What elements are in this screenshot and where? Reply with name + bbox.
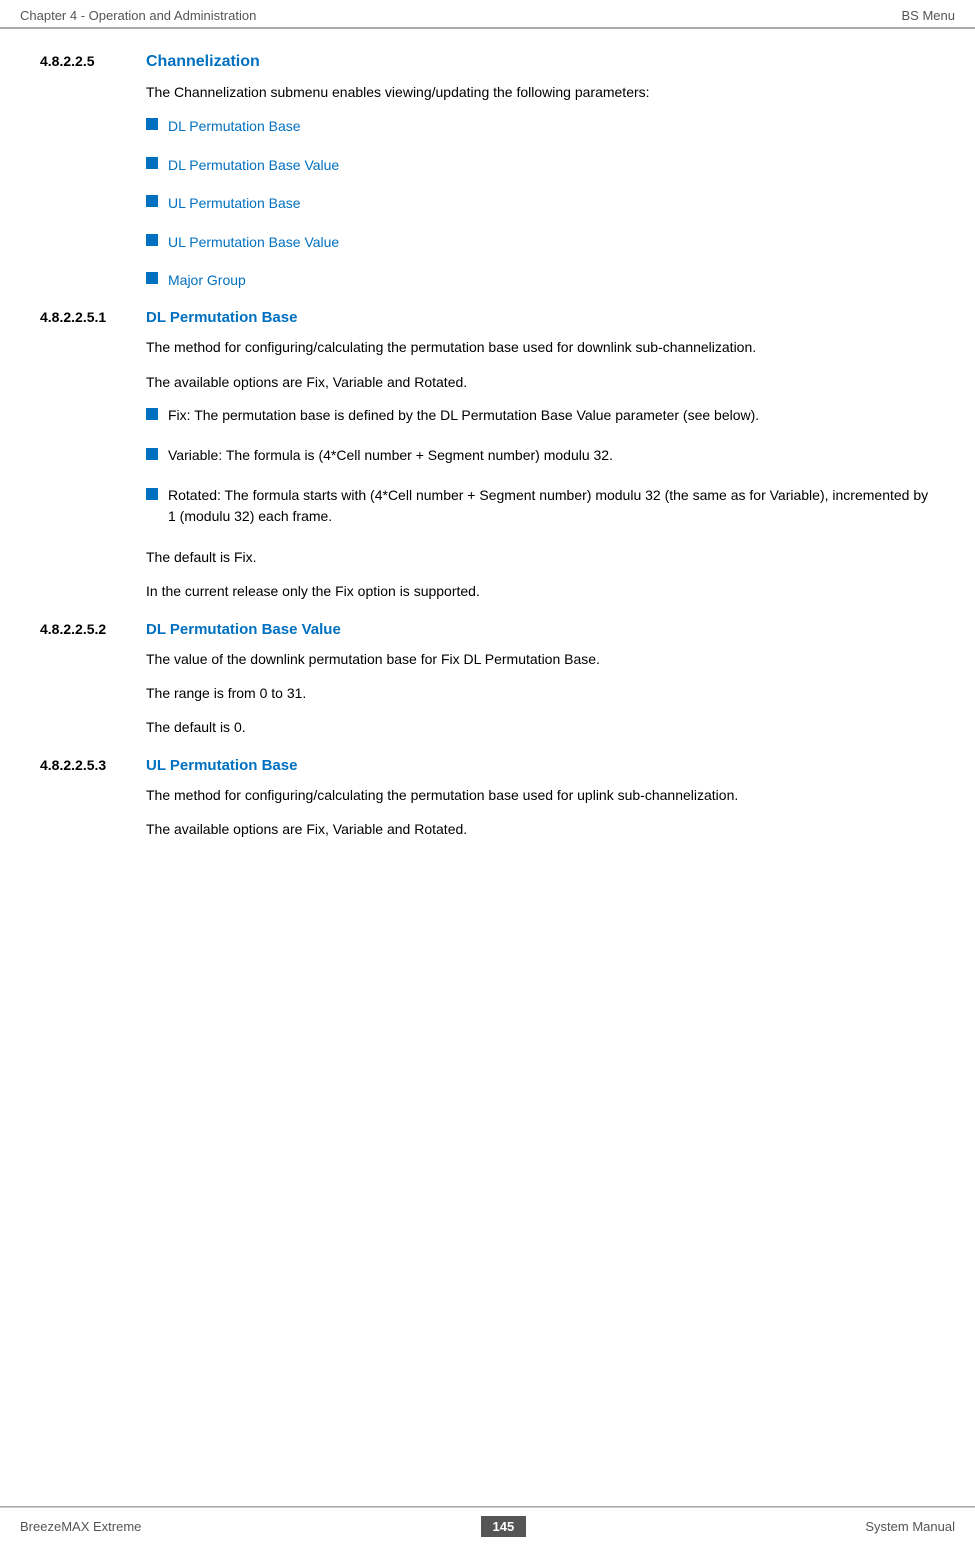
para-4-0: The method for configuring/calculating t… — [146, 784, 935, 806]
para-3-1: The range is from 0 to 31. — [146, 682, 935, 704]
section-number-4: 4.8.2.2.5.3 — [40, 757, 130, 773]
para-4-1: The available options are Fix, Variable … — [146, 818, 935, 840]
sub-bullet-icon — [146, 408, 158, 420]
bullet-text: UL Permutation Base Value — [168, 231, 339, 253]
footer-left: BreezeMAX Extreme — [20, 1519, 141, 1534]
section-body-1: The Channelization submenu enables viewi… — [146, 81, 935, 291]
section-body-4: The method for configuring/calculating t… — [146, 784, 935, 841]
bullet-icon — [146, 272, 158, 284]
section-title-3: DL Permutation Base Value — [146, 621, 341, 638]
header-right: BS Menu — [902, 8, 955, 23]
section-4-8-2-2-5-heading: 4.8.2.2.5 Channelization — [40, 53, 935, 71]
sub-bullet-icon — [146, 488, 158, 500]
sub-bullet-text: Rotated: The formula starts with (4*Cell… — [168, 485, 935, 528]
para-3-2: The default is 0. — [146, 716, 935, 738]
section-title-4: UL Permutation Base — [146, 757, 297, 774]
bullet-list-1: DL Permutation Base DL Permutation Base … — [146, 115, 935, 291]
list-item: UL Permutation Base — [146, 192, 935, 214]
header-left: Chapter 4 - Operation and Administration — [20, 8, 256, 23]
sub-bullet-text: Fix: The permutation base is defined by … — [168, 405, 759, 427]
list-item: DL Permutation Base Value — [146, 154, 935, 176]
bullet-icon — [146, 195, 158, 207]
bullet-icon — [146, 118, 158, 130]
para-2-0: The method for configuring/calculating t… — [146, 336, 935, 358]
page-number: 145 — [481, 1516, 527, 1537]
section-body-3: The value of the downlink permutation ba… — [146, 648, 935, 739]
list-item: Fix: The permutation base is defined by … — [146, 405, 935, 427]
bullet-text: DL Permutation Base — [168, 115, 301, 137]
list-item: Major Group — [146, 269, 935, 291]
list-item: Rotated: The formula starts with (4*Cell… — [146, 485, 935, 528]
section-4-8-2-2-5-2-heading: 4.8.2.2.5.2 DL Permutation Base Value — [40, 621, 935, 638]
sub-bullet-text: Variable: The formula is (4*Cell number … — [168, 445, 613, 467]
section-intro-1: The Channelization submenu enables viewi… — [146, 81, 935, 103]
list-item: UL Permutation Base Value — [146, 231, 935, 253]
section-number-2: 4.8.2.2.5.1 — [40, 309, 130, 325]
list-item: Variable: The formula is (4*Cell number … — [146, 445, 935, 467]
bullet-text: DL Permutation Base Value — [168, 154, 339, 176]
footer: BreezeMAX Extreme 145 System Manual — [0, 1507, 975, 1545]
bullet-icon — [146, 234, 158, 246]
section-number-3: 4.8.2.2.5.2 — [40, 621, 130, 637]
section-title-2: DL Permutation Base — [146, 309, 297, 326]
footer-right: System Manual — [865, 1519, 955, 1534]
content-area: 4.8.2.2.5 Channelization The Channelizat… — [0, 29, 975, 1506]
page-container: Chapter 4 - Operation and Administration… — [0, 0, 975, 1545]
para-2-after-1: In the current release only the Fix opti… — [146, 580, 935, 602]
section-4-8-2-2-5-3-heading: 4.8.2.2.5.3 UL Permutation Base — [40, 757, 935, 774]
para-2-after-0: The default is Fix. — [146, 546, 935, 568]
section-body-2: The method for configuring/calculating t… — [146, 336, 935, 602]
sub-bullet-icon — [146, 448, 158, 460]
para-3-0: The value of the downlink permutation ba… — [146, 648, 935, 670]
bullet-text: Major Group — [168, 269, 246, 291]
section-number-1: 4.8.2.2.5 — [40, 53, 130, 69]
section-title-1: Channelization — [146, 53, 260, 71]
sub-bullet-list-2: Fix: The permutation base is defined by … — [146, 405, 935, 528]
para-2-1: The available options are Fix, Variable … — [146, 371, 935, 393]
list-item: DL Permutation Base — [146, 115, 935, 137]
bullet-icon — [146, 157, 158, 169]
bullet-text: UL Permutation Base — [168, 192, 301, 214]
section-4-8-2-2-5-1-heading: 4.8.2.2.5.1 DL Permutation Base — [40, 309, 935, 326]
